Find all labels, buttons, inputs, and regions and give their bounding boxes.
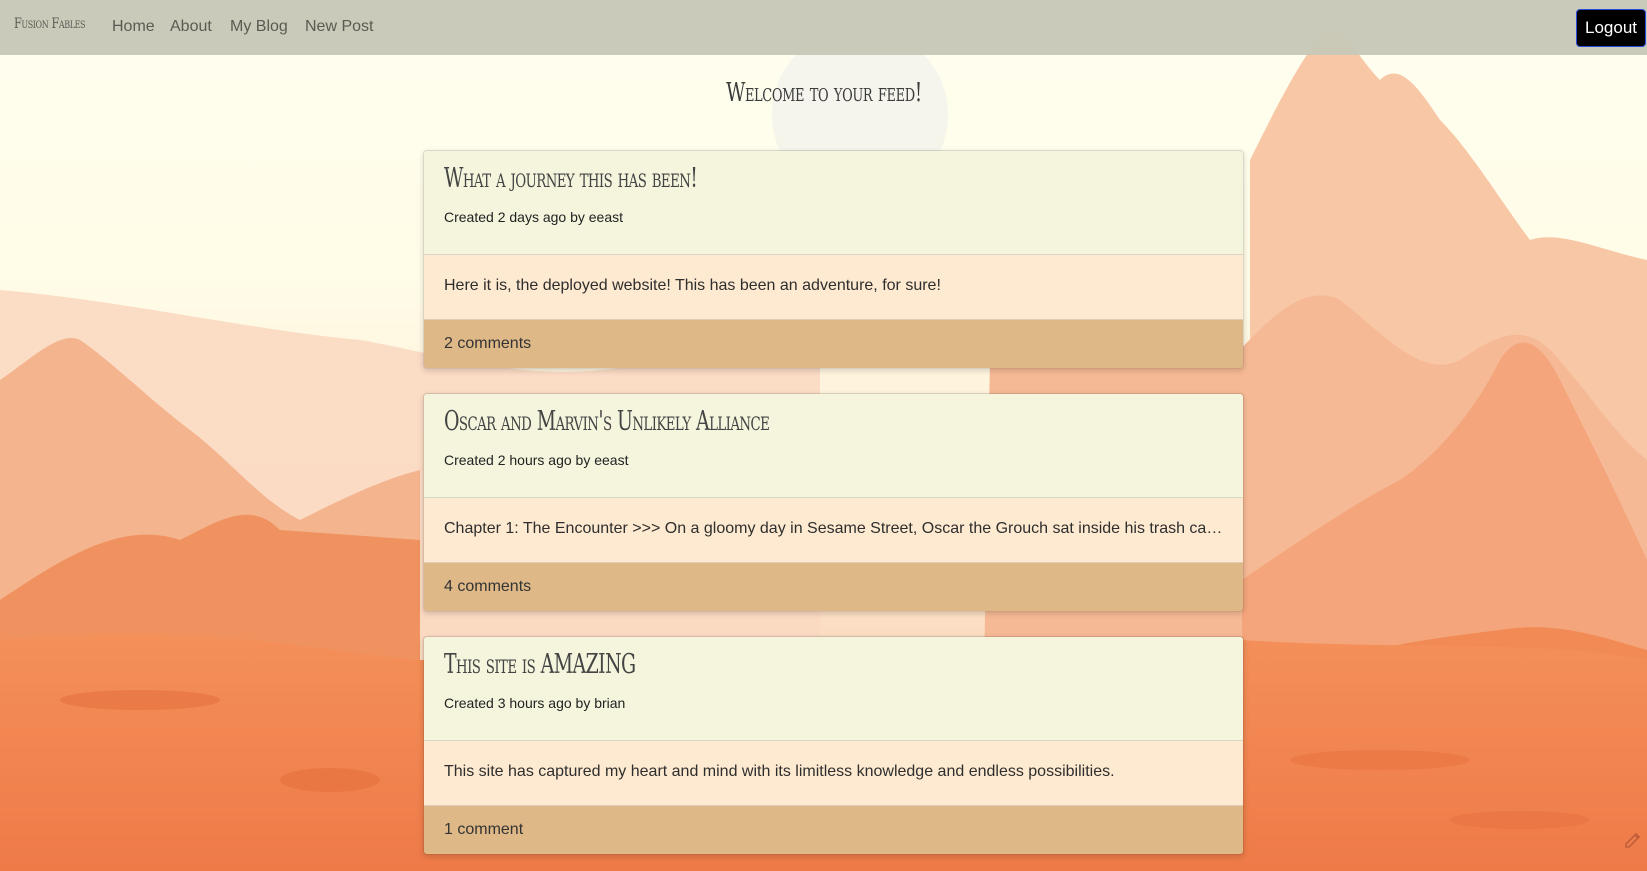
feed-title-text: Welcome to your feed! bbox=[725, 78, 922, 108]
post-title[interactable]: This site is AMAZING bbox=[444, 649, 636, 680]
post-excerpt: Here it is, the deployed website! This h… bbox=[444, 277, 941, 294]
post-card-header: What a journey this has been! Created 2 … bbox=[424, 151, 1243, 255]
nav-link-home[interactable]: Home bbox=[112, 18, 155, 36]
pencil-icon[interactable] bbox=[1622, 828, 1644, 850]
post-excerpt: Chapter 1: The Encounter >>> On a gloomy… bbox=[444, 520, 1223, 537]
post-card-header: This site is AMAZING Created 3 hours ago… bbox=[424, 637, 1243, 741]
nav-link-new-post[interactable]: New Post bbox=[305, 18, 373, 36]
post-card-body: Here it is, the deployed website! This h… bbox=[424, 255, 1243, 320]
top-navbar: Fusion Fables Home About My Blog New Pos… bbox=[0, 0, 1647, 55]
post-comments-footer[interactable]: 1 comment bbox=[424, 806, 1243, 854]
post-card-body: Chapter 1: The Encounter >>> On a gloomy… bbox=[424, 498, 1243, 563]
post-excerpt: This site has captured my heart and mind… bbox=[444, 763, 1115, 780]
post-card-body: This site has captured my heart and mind… bbox=[424, 741, 1243, 806]
brand-logo[interactable]: Fusion Fables bbox=[14, 16, 86, 32]
post-meta: Created 3 hours ago by brian bbox=[444, 695, 626, 711]
post-meta: Created 2 hours ago by eeast bbox=[444, 452, 629, 468]
feed-title: Welcome to your feed! bbox=[0, 78, 1647, 108]
post-card[interactable]: What a journey this has been! Created 2 … bbox=[423, 150, 1244, 369]
post-meta: Created 2 days ago by eeast bbox=[444, 209, 624, 225]
post-card[interactable]: This site is AMAZING Created 3 hours ago… bbox=[423, 636, 1244, 855]
post-comments-footer[interactable]: 2 comments bbox=[424, 320, 1243, 368]
post-card[interactable]: Oscar and Marvin's Unlikely Alliance Cre… bbox=[423, 393, 1244, 612]
post-comments-footer[interactable]: 4 comments bbox=[424, 563, 1243, 611]
post-title[interactable]: Oscar and Marvin's Unlikely Alliance bbox=[444, 406, 770, 437]
post-card-header: Oscar and Marvin's Unlikely Alliance Cre… bbox=[424, 394, 1243, 498]
nav-link-about[interactable]: About bbox=[170, 18, 212, 36]
nav-link-my-blog[interactable]: My Blog bbox=[230, 18, 288, 36]
post-comments-count[interactable]: 1 comment bbox=[444, 821, 523, 839]
post-comments-count[interactable]: 4 comments bbox=[444, 578, 531, 596]
logout-button[interactable]: Logout bbox=[1576, 9, 1646, 47]
post-comments-count[interactable]: 2 comments bbox=[444, 335, 531, 353]
post-title[interactable]: What a journey this has been! bbox=[444, 163, 698, 194]
